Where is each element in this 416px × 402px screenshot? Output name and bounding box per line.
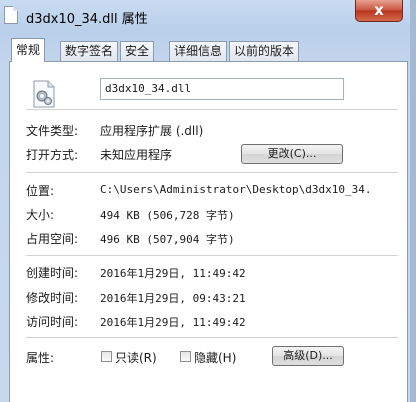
- size-label: 大小:: [26, 208, 55, 222]
- close-button[interactable]: x: [355, 0, 403, 22]
- separator: [26, 255, 398, 256]
- separator: [26, 337, 398, 338]
- separator: [26, 109, 398, 110]
- accessed-value: 2016年1月29日, 11:49:42: [100, 316, 246, 329]
- tab-general[interactable]: 常规: [11, 38, 46, 62]
- change-button[interactable]: 更改(C)...: [241, 144, 343, 164]
- readonly-checkbox[interactable]: [101, 351, 112, 362]
- file-name-field[interactable]: d3dx10_34.dll: [100, 78, 344, 100]
- general-tab-panel: d3dx10_34.dll 文件类型: 应用程序扩展 (.dll) 打开方式: …: [9, 61, 408, 402]
- window-title: d3dx10_34.dll 属性: [26, 12, 148, 27]
- properties-window: d3dx10_34.dll 属性 x 常规 数字签名 安全 详细信息 以前的版本…: [0, 0, 416, 402]
- hidden-label[interactable]: 隐藏(H): [194, 349, 236, 366]
- location-value: C:\Users\Administrator\Desktop\d3dx10_34…: [100, 183, 372, 196]
- separator: [26, 172, 398, 173]
- size-value: 494 KB (506,728 字节): [100, 209, 235, 222]
- opens-with-label: 打开方式:: [26, 148, 79, 162]
- readonly-label[interactable]: 只读(R): [115, 349, 157, 366]
- location-label: 位置:: [26, 184, 55, 198]
- change-button-label: 更改(C)...: [267, 147, 317, 160]
- tab-digital-signatures[interactable]: 数字签名: [60, 41, 119, 61]
- file-type-value: 应用程序扩展 (.dll): [100, 124, 204, 138]
- tab-details[interactable]: 详细信息: [169, 41, 228, 61]
- tab-previous-versions[interactable]: 以前的版本: [229, 41, 300, 61]
- file-icon: [4, 6, 18, 24]
- attributes-label: 属性:: [26, 351, 55, 365]
- modified-value: 2016年1月29日, 09:43:21: [100, 292, 246, 305]
- advanced-button-label: 高级(D)...: [283, 349, 333, 362]
- created-label: 创建时间:: [26, 266, 79, 280]
- modified-label: 修改时间:: [26, 291, 79, 305]
- hidden-checkbox[interactable]: [180, 351, 191, 362]
- title-bar[interactable]: d3dx10_34.dll 属性 x: [0, 0, 416, 34]
- size-on-disk-label: 占用空间:: [26, 232, 79, 246]
- tab-security[interactable]: 安全: [120, 41, 155, 61]
- created-value: 2016年1月29日, 11:49:42: [100, 267, 246, 280]
- opens-with-value: 未知应用程序: [100, 148, 173, 162]
- file-type-label: 文件类型:: [26, 124, 79, 138]
- advanced-button[interactable]: 高级(D)...: [272, 346, 344, 366]
- dll-settings-file-icon: [32, 80, 56, 108]
- window-right-edge: [410, 0, 416, 402]
- accessed-label: 访问时间:: [26, 315, 79, 329]
- size-on-disk-value: 496 KB (507,904 字节): [100, 233, 235, 246]
